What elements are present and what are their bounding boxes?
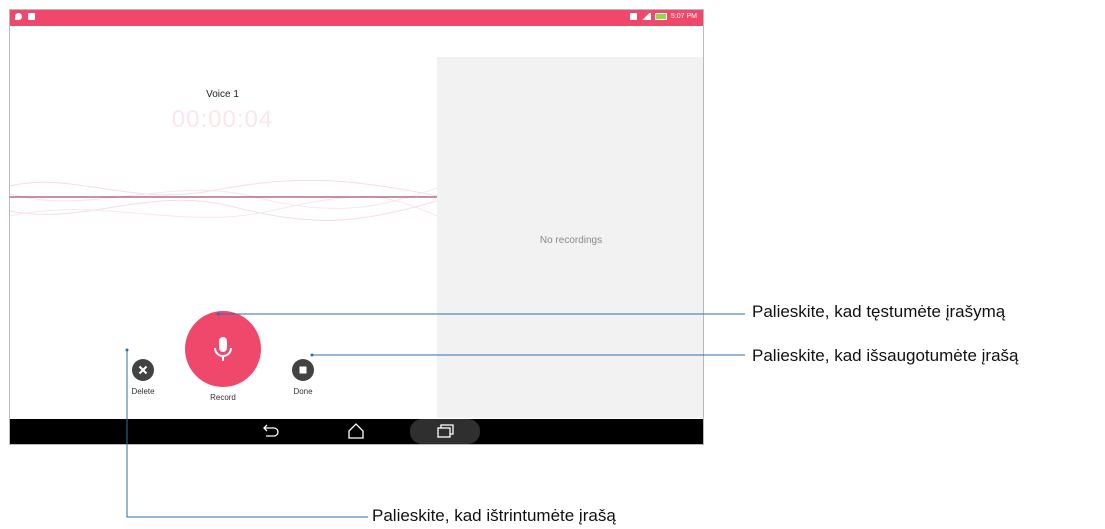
recordings-list-pane: No recordings — [437, 57, 703, 418]
recent-apps-button[interactable] — [410, 419, 480, 444]
recording-timer: 00:00:04 — [171, 106, 274, 133]
done-label: Done — [293, 387, 313, 396]
tablet-screen: 5:07 PM Voice 1 00:00:04 Delete Record D… — [9, 9, 704, 445]
empty-state-text: No recordings — [539, 235, 603, 246]
sd-icon — [629, 13, 637, 20]
record-button[interactable]: Record — [185, 311, 261, 402]
battery-icon — [654, 13, 667, 20]
callout-pause-text: Palieskite, kad tęstumėte įrašymą — [752, 302, 1006, 321]
recent-apps-icon — [437, 424, 454, 438]
home-button[interactable] — [336, 419, 376, 444]
microphone-icon — [214, 337, 232, 361]
status-clock: 5:07 PM — [670, 13, 697, 20]
record-label: Record — [210, 393, 236, 402]
back-icon — [263, 424, 279, 437]
delete-button[interactable]: Delete — [123, 359, 163, 396]
callout-save-text: Palieskite, kad išsaugotumėte įrašą — [752, 346, 1019, 365]
done-button[interactable]: Done — [283, 359, 323, 396]
status-bar: 5:07 PM — [10, 10, 703, 26]
back-button[interactable] — [250, 419, 290, 444]
close-icon — [138, 365, 148, 375]
stop-icon — [299, 366, 307, 374]
waveform — [10, 179, 437, 221]
callout-delete-text: Palieskite, kad ištrintumėte įrašą — [372, 506, 616, 525]
delete-label: Delete — [131, 387, 155, 396]
home-icon — [348, 423, 364, 439]
recorder-pane: Voice 1 00:00:04 Delete Record Done — [10, 26, 437, 418]
navigation-bar — [10, 419, 703, 444]
recording-name: Voice 1 — [206, 89, 239, 100]
message-icon — [28, 13, 35, 20]
location-icon — [15, 13, 22, 20]
signal-icon — [640, 13, 651, 20]
